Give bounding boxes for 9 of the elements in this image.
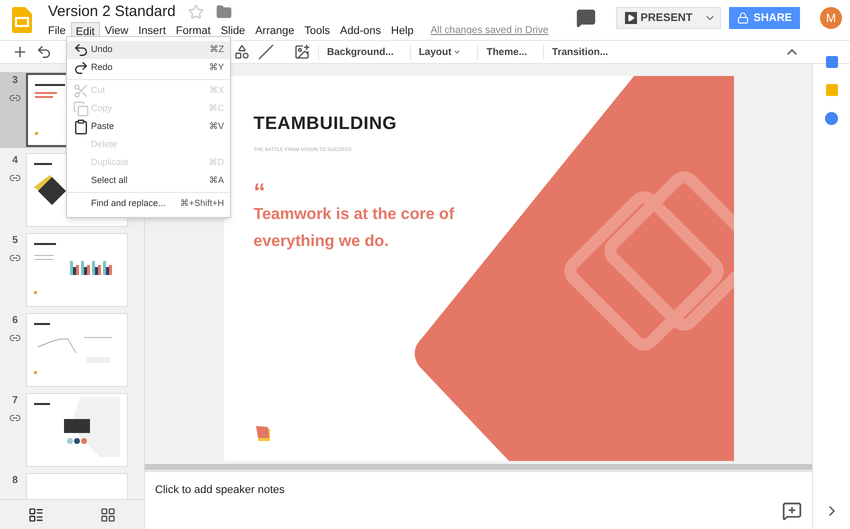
quote-text: Teamwork is at the core of everything we do.	[254, 204, 456, 252]
slide-number: 5	[12, 234, 18, 248]
quote-mark: “	[254, 184, 266, 200]
slide-number: 6	[12, 314, 18, 328]
slide-number: 3	[12, 74, 18, 88]
slide-title: TEAMBUILDING	[254, 112, 398, 135]
slide-number: 7	[12, 394, 18, 408]
slide-number: 4	[12, 154, 18, 168]
slide-number: 8	[12, 474, 18, 488]
